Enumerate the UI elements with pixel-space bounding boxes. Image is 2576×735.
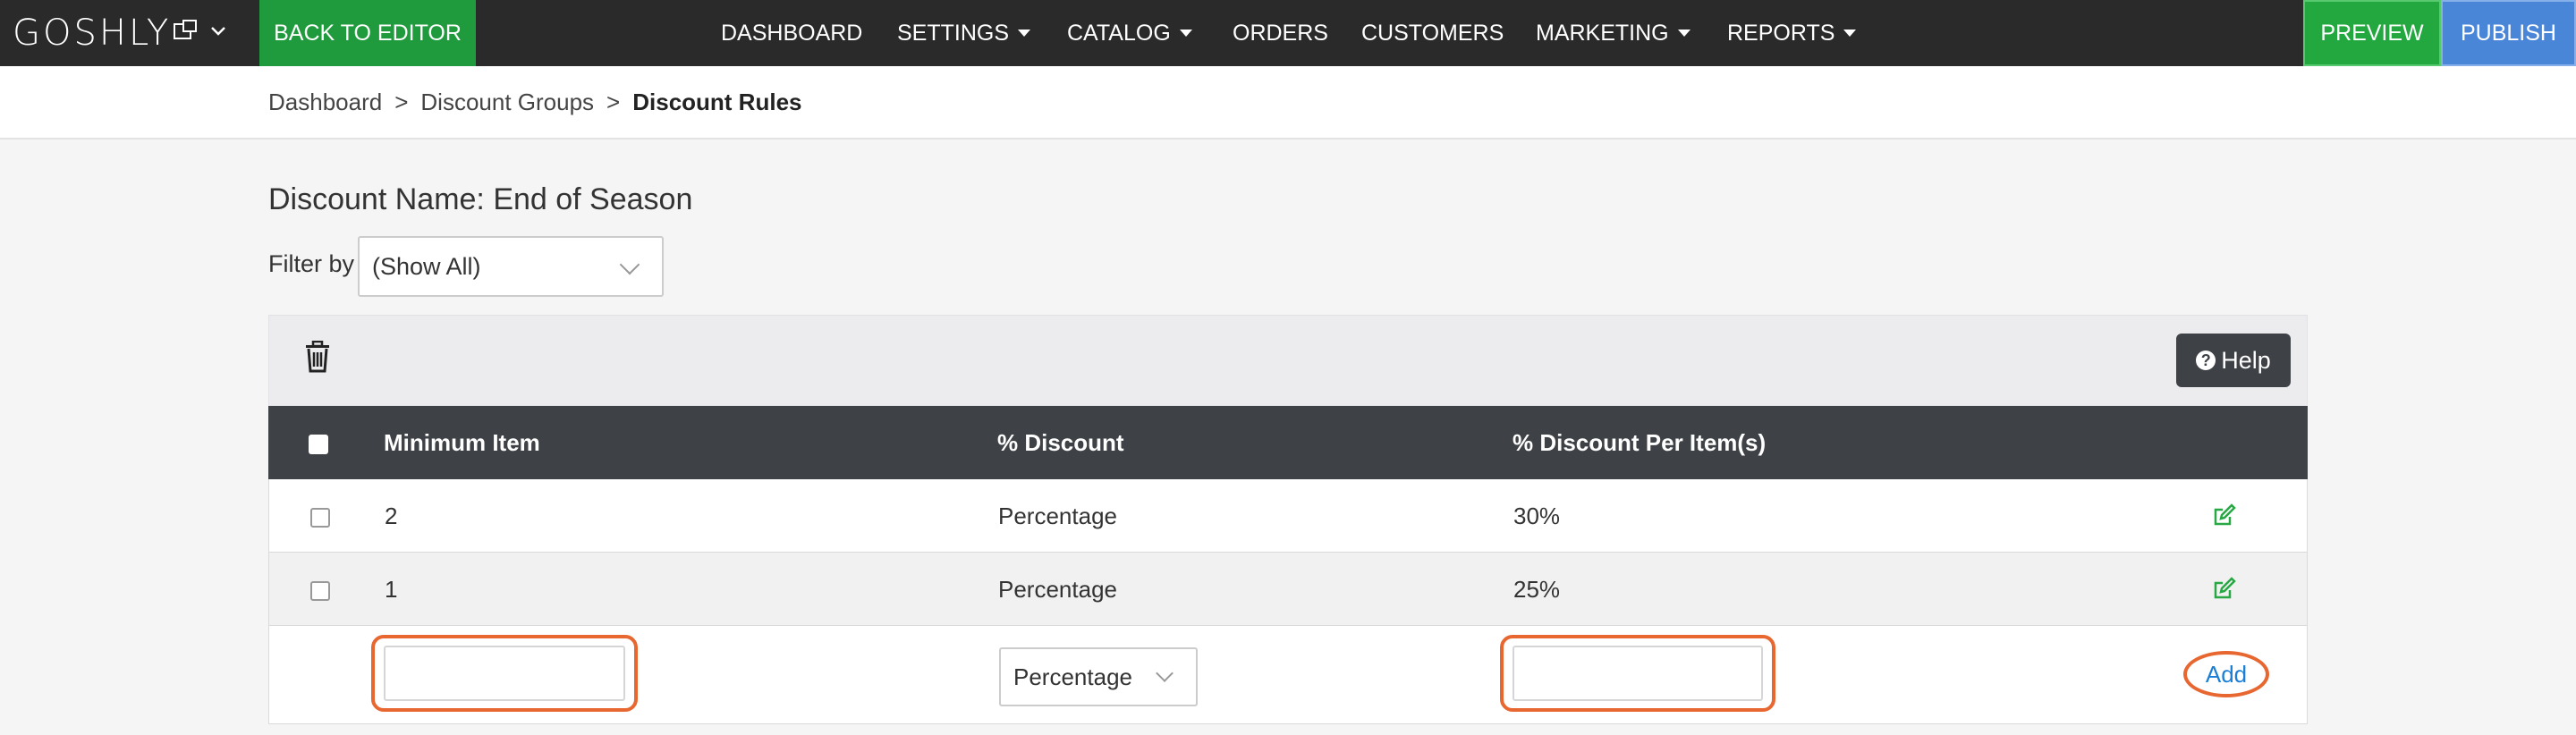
top-navbar: GOSHLY BACK TO EDITOR DASHBOARD SETTINGS… xyxy=(0,0,2576,66)
cell-discount-type: Percentage xyxy=(998,502,1117,529)
question-circle-icon: ? xyxy=(2196,351,2216,370)
edit-icon[interactable] xyxy=(2212,503,2237,534)
help-button-label: Help xyxy=(2221,346,2271,374)
caret-down-icon xyxy=(1677,30,1690,37)
trash-icon[interactable] xyxy=(303,340,332,377)
discount-type-select[interactable]: Percentage xyxy=(999,647,1198,706)
nav-settings-label: SETTINGS xyxy=(897,20,1010,46)
edit-icon[interactable] xyxy=(2212,576,2237,607)
row-checkbox[interactable] xyxy=(310,581,330,601)
nav-marketing-label: MARKETING xyxy=(1536,20,1669,46)
breadcrumb: Dashboard > Discount Groups > Discount R… xyxy=(268,66,801,138)
breadcrumb-bar: Dashboard > Discount Groups > Discount R… xyxy=(0,66,2576,139)
caret-down-icon xyxy=(1843,30,1857,37)
page-title: Discount Name: End of Season xyxy=(268,182,693,216)
breadcrumb-dashboard[interactable]: Dashboard xyxy=(268,89,382,116)
table-row: 2 Percentage 30% xyxy=(268,479,2308,553)
cell-minimum-item: 2 xyxy=(385,502,398,529)
row-checkbox[interactable] xyxy=(310,508,330,528)
logo-chevron-down-icon[interactable] xyxy=(210,25,226,41)
table-row: 1 Percentage 25% xyxy=(268,553,2308,626)
breadcrumb-current: Discount Rules xyxy=(632,88,802,115)
logo-mark-icon xyxy=(173,19,198,48)
chevron-down-icon xyxy=(1156,664,1174,682)
nav-dashboard[interactable]: DASHBOARD xyxy=(721,0,862,66)
minimum-item-input[interactable] xyxy=(384,646,625,701)
column-header-minimum-item: Minimum Item xyxy=(384,428,540,456)
publish-button[interactable]: PUBLISH xyxy=(2441,0,2576,66)
preview-button[interactable]: PREVIEW xyxy=(2303,0,2441,66)
discount-rules-panel: ? Help Minimum Item % Discount % Discoun… xyxy=(268,315,2308,724)
table-header: Minimum Item % Discount % Discount Per I… xyxy=(268,406,2308,479)
logo[interactable]: GOSHLY xyxy=(13,0,226,66)
chevron-down-icon xyxy=(619,254,640,275)
filter-label: Filter by xyxy=(268,250,355,277)
add-rule-label: Add xyxy=(2205,660,2248,688)
add-rule-link[interactable]: Add xyxy=(2183,651,2269,697)
nav-settings[interactable]: SETTINGS xyxy=(897,0,1031,66)
cell-discount-per-item: 30% xyxy=(1513,502,1561,529)
breadcrumb-separator: > xyxy=(394,88,409,115)
nav-reports-label: REPORTS xyxy=(1727,20,1835,46)
help-button[interactable]: ? Help xyxy=(2176,334,2291,387)
column-header-discount: % Discount xyxy=(997,428,1124,456)
nav-customers-label: CUSTOMERS xyxy=(1361,20,1504,46)
select-all-checkbox[interactable] xyxy=(309,435,328,454)
breadcrumb-discount-groups[interactable]: Discount Groups xyxy=(420,89,594,116)
nav-marketing[interactable]: MARKETING xyxy=(1536,0,1690,66)
cell-minimum-item: 1 xyxy=(385,575,398,603)
nav-dashboard-label: DASHBOARD xyxy=(721,20,863,46)
nav-customers[interactable]: CUSTOMERS xyxy=(1361,0,1504,66)
nav-catalog-label: CATALOG xyxy=(1067,20,1171,46)
panel-toolbar: ? Help xyxy=(268,315,2308,406)
caret-down-icon xyxy=(1018,30,1031,37)
discount-type-select-value: Percentage xyxy=(1013,663,1132,690)
nav-catalog[interactable]: CATALOG xyxy=(1067,0,1192,66)
column-header-discount-per-item: % Discount Per Item(s) xyxy=(1513,428,1767,456)
discount-per-item-input[interactable] xyxy=(1513,646,1763,701)
nav-orders[interactable]: ORDERS xyxy=(1233,0,1328,66)
cell-discount-type: Percentage xyxy=(998,575,1117,603)
nav-reports[interactable]: REPORTS xyxy=(1727,0,1857,66)
caret-down-icon xyxy=(1179,30,1192,37)
breadcrumb-separator: > xyxy=(606,88,621,115)
back-to-editor-button[interactable]: BACK TO EDITOR xyxy=(259,0,476,66)
filter-select-value: (Show All) xyxy=(372,252,481,280)
filter-select[interactable]: (Show All) xyxy=(358,236,664,297)
new-rule-row: Percentage Add xyxy=(268,626,2308,724)
cell-discount-per-item: 25% xyxy=(1513,575,1561,603)
logo-text: GOSHLY xyxy=(13,13,172,54)
nav-orders-label: ORDERS xyxy=(1233,20,1328,46)
